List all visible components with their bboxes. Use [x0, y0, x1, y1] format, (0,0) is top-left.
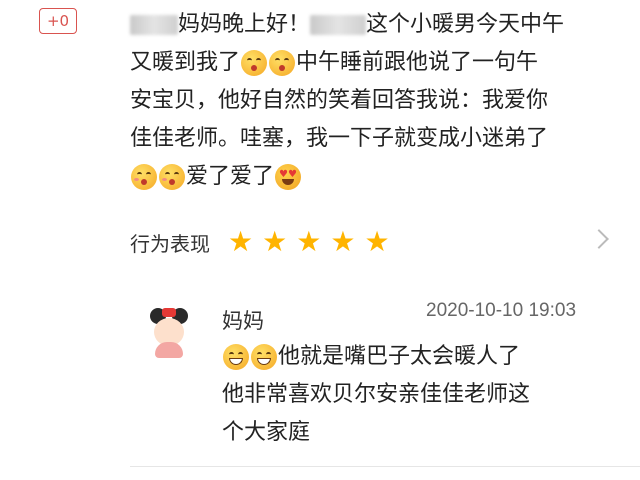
- post-line-2: 又暖到我了 中午睡前跟他说了一句午: [130, 44, 635, 82]
- blurred-name: [310, 15, 367, 35]
- reply-content: 他就是嘴巴子太会暖人了 他非常喜欢贝尔安亲佳佳老师这 个大家庭: [222, 338, 622, 452]
- star-icon: ★: [330, 225, 356, 258]
- post-text-1b: 这个小暖男今天中午: [366, 12, 565, 37]
- kissing-heart-face-icon: [131, 164, 157, 190]
- post-line-5: 爱了爱了 ♥ ♥: [130, 158, 635, 196]
- reply-timestamp: 2020-10-10 19:03: [426, 300, 577, 321]
- reply-line-1: 他就是嘴巴子太会暖人了: [222, 338, 622, 376]
- star-icon: ★: [228, 225, 254, 258]
- star-icon: ★: [262, 225, 288, 258]
- behavior-rating[interactable]: 行为表现 ★ ★ ★ ★ ★: [130, 222, 610, 262]
- divider: [130, 466, 640, 467]
- post-text-1a: 妈妈晚上好！: [178, 12, 311, 37]
- kissing-face-icon: [269, 50, 296, 76]
- kissing-heart-face-icon: [159, 164, 185, 190]
- grinning-face-icon: [251, 344, 277, 370]
- post-text-5: 爱了爱了: [186, 164, 275, 189]
- post-line-1: 妈妈晚上好！ 这个小暖男今天中午: [130, 6, 635, 44]
- avatar[interactable]: [146, 308, 192, 358]
- reply-author-name: 妈妈: [222, 309, 264, 333]
- plus-count-badge[interactable]: +0: [39, 8, 77, 34]
- post-content: 妈妈晚上好！ 这个小暖男今天中午 又暖到我了 中午睡前跟他说了一句午 安宝贝，他…: [130, 6, 635, 196]
- post-text-2b: 中午睡前跟他说了一句午: [296, 50, 539, 75]
- post-text-2a: 又暖到我了: [130, 50, 241, 75]
- reply-line-3: 个大家庭: [222, 420, 311, 445]
- avatar-body: [155, 342, 183, 358]
- blurred-name: [130, 15, 178, 35]
- kissing-face-icon: [241, 50, 268, 76]
- post-line-4: 佳佳老师。哇塞，我一下子就变成小迷弟了: [130, 126, 549, 151]
- star-icon: ★: [296, 225, 322, 258]
- reply-text-1: 他就是嘴巴子太会暖人了: [278, 344, 521, 369]
- heart-eyes-face-icon: ♥ ♥: [275, 164, 302, 190]
- avatar-bow: [162, 308, 176, 317]
- rating-label: 行为表现: [130, 231, 210, 256]
- grinning-face-icon: [223, 344, 249, 370]
- star-icon: ★: [364, 225, 390, 258]
- reply-line-2: 他非常喜欢贝尔安亲佳佳老师这: [222, 382, 531, 407]
- post-line-3: 安宝贝，他好自然的笑着回答我说：我爱你: [130, 88, 549, 113]
